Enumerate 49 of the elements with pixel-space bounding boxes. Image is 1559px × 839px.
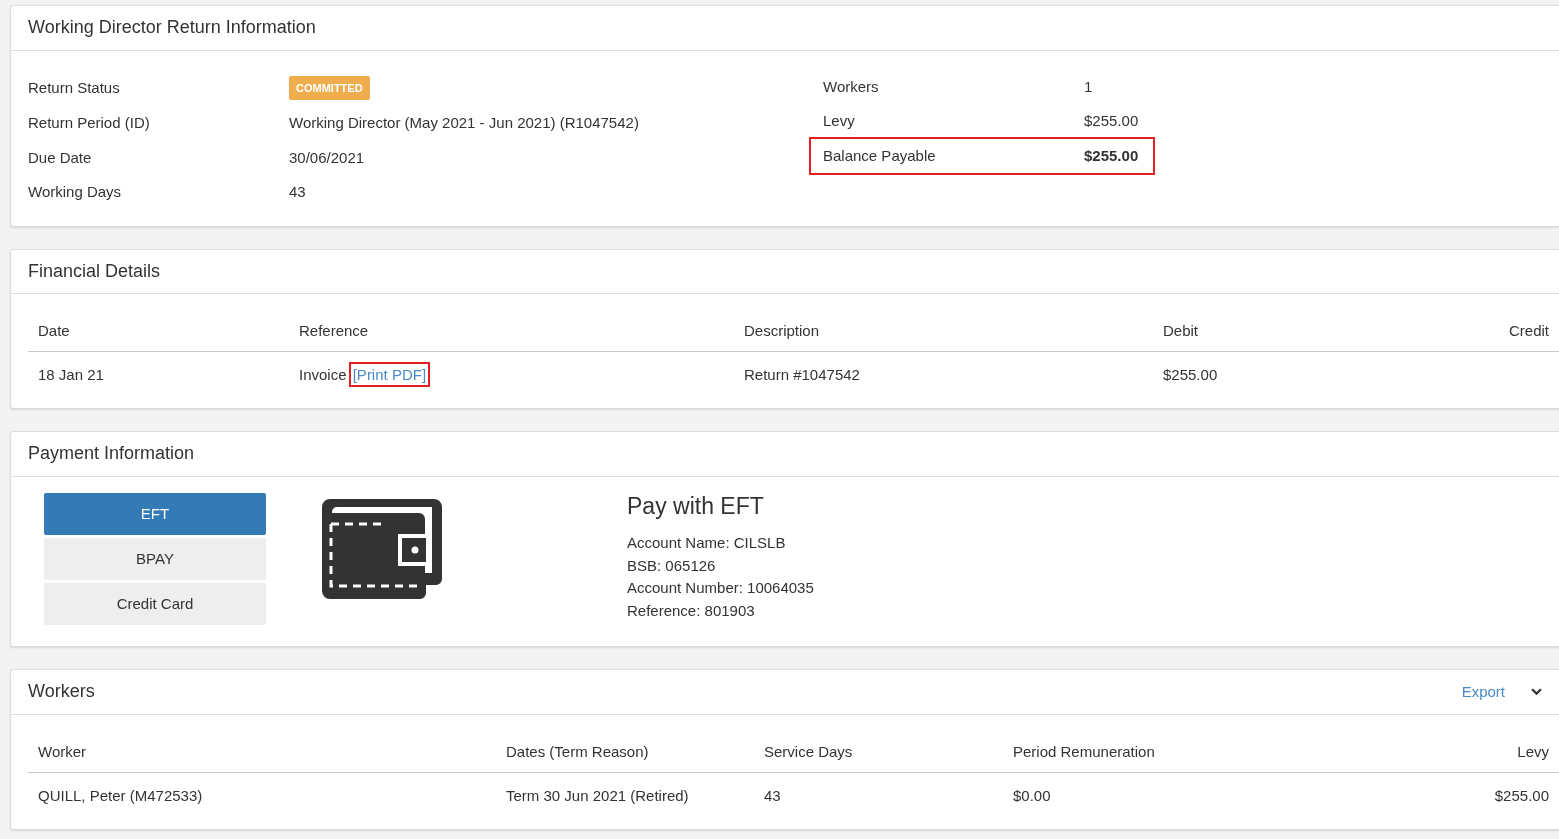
table-cell: $0.00 (1013, 786, 1051, 804)
panel-title: Financial Details (28, 260, 161, 283)
payment-method-tab[interactable]: BPAY (44, 537, 266, 580)
status-badge: COMMITTED (289, 75, 370, 101)
table-cell: Invoice (299, 365, 347, 383)
field-label: Return Status (28, 77, 121, 98)
chevron-down-icon[interactable] (1531, 688, 1542, 697)
field-value: 1 (1084, 76, 1093, 97)
field-label: Workers (823, 76, 880, 97)
panel-title: Working Director Return Information (28, 17, 316, 39)
column-header: Debit (1153, 312, 1378, 352)
column-header: Worker (28, 733, 496, 773)
table-cell: 43 (764, 786, 781, 804)
field-value: $255.00 (1084, 145, 1139, 166)
payment-method-tab[interactable]: EFT (44, 492, 266, 535)
table-cell: Return #1047542 (734, 351, 1153, 399)
field-value: 43 (289, 182, 306, 203)
payment-heading: Pay with EFT (627, 492, 765, 521)
table-cell: Term 30 Jun 2021 (Retired) (506, 786, 689, 804)
column-header: Credit (1377, 312, 1559, 352)
column-header: Dates (Term Reason) (496, 733, 754, 773)
account-detail: BSB: 065126 (627, 555, 717, 576)
field-label: Return Period (ID) (28, 113, 151, 134)
column-header: Date (28, 312, 289, 352)
account-detail: Account Number: 10064035 (627, 578, 814, 599)
panel-title: Workers (28, 681, 95, 703)
wallet-icon (322, 498, 444, 599)
column-header: Levy (1384, 733, 1559, 773)
field-value: Working Director (May 2021 - Jun 2021) (R1047542) (289, 113, 639, 134)
export-link[interactable]: Export (1461, 680, 1505, 704)
field-label: Working Days (28, 182, 123, 203)
field-label: Due Date (28, 147, 93, 168)
table-cell: $255.00 (1494, 786, 1549, 804)
column-header: Reference (289, 312, 734, 352)
account-detail: Reference: 801903 (627, 600, 756, 621)
field-value: $255.00 (1084, 111, 1139, 132)
account-detail: Account Name: CILSLB (627, 533, 787, 554)
column-header: Service Days (754, 733, 1003, 773)
panel-title: Payment Information (28, 443, 195, 465)
column-header: Description (734, 312, 1153, 352)
table-cell: $255.00 (1153, 351, 1378, 399)
field-label: Balance Payable (823, 145, 937, 166)
field-label: Levy (823, 111, 856, 132)
print-pdf-link[interactable]: [Print PDF] (350, 363, 429, 385)
table-cell: 18 Jan 21 (28, 351, 289, 399)
column-header: Period Remuneration (1003, 733, 1385, 773)
field-value: 30/06/2021 (289, 147, 365, 168)
table-cell: QUILL, Peter (M472533) (38, 786, 203, 804)
payment-method-tab[interactable]: Credit Card (44, 582, 266, 625)
